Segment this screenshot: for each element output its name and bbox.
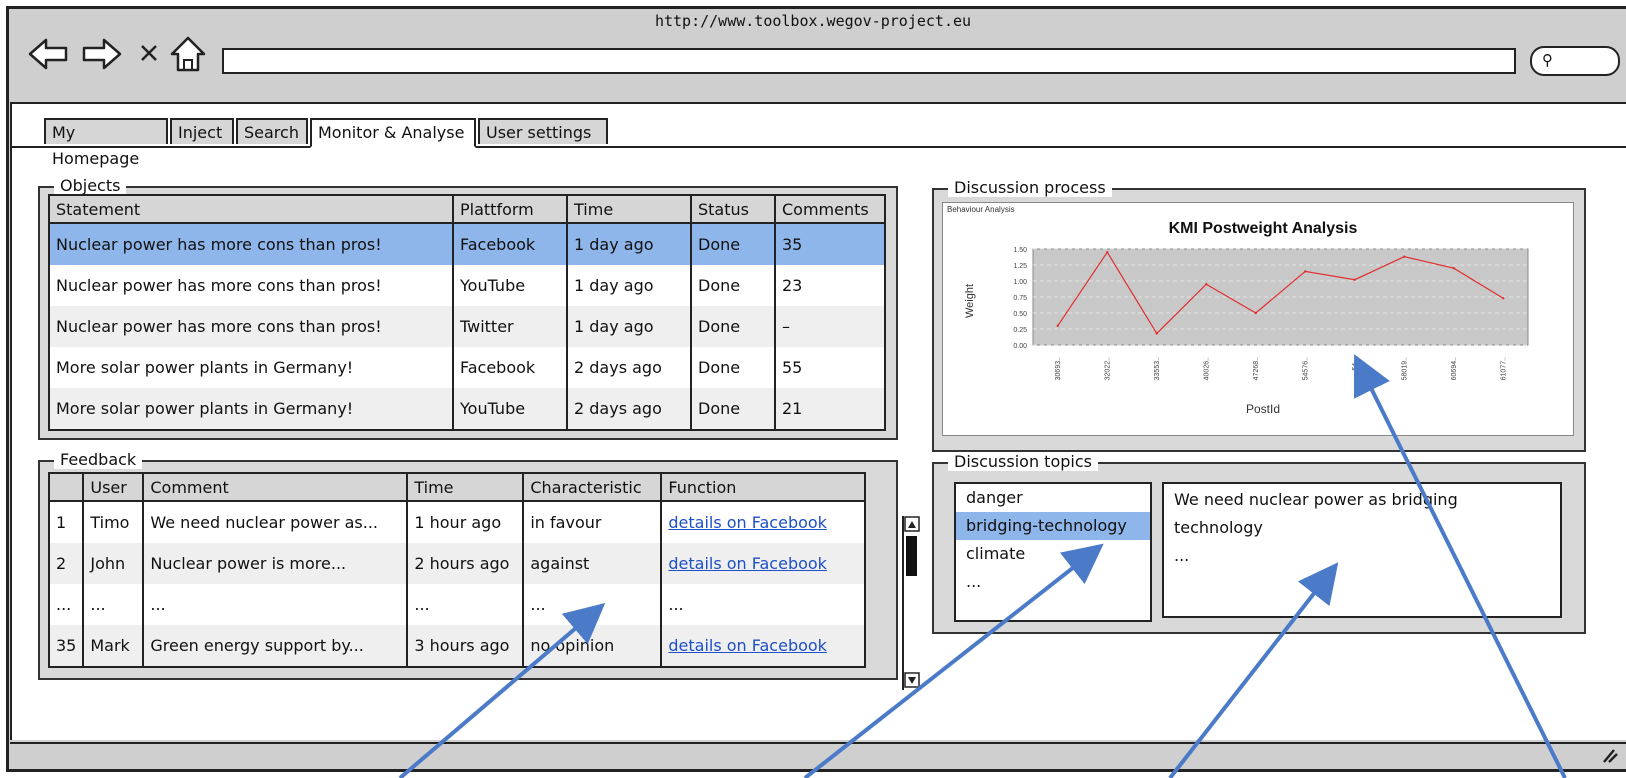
annotation-arrow <box>398 603 606 778</box>
annotation-arrow <box>1354 354 1567 778</box>
annotation-arrows <box>398 354 1567 778</box>
annotation-arrow <box>1168 562 1339 778</box>
annotation-arrow <box>803 543 1104 778</box>
